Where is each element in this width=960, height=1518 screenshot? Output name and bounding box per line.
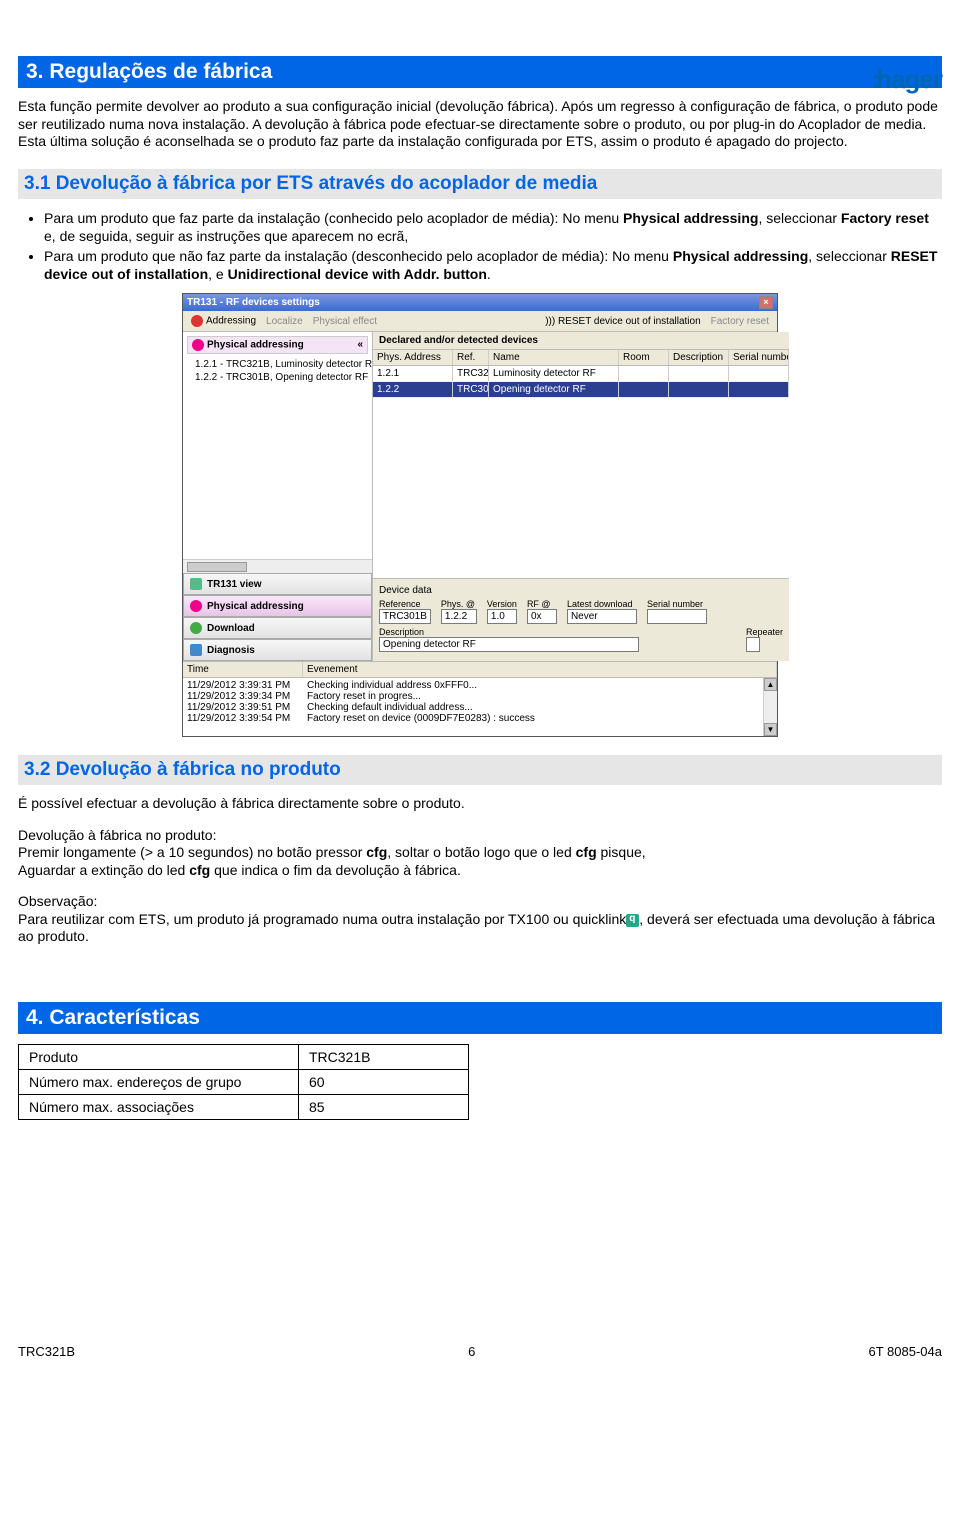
tree-item[interactable]: 1.2.1 - TRC321B, Luminosity detector R	[187, 358, 368, 371]
section-3-2-steps: Devolução à fábrica no produto: Premir l…	[18, 827, 942, 880]
tree-item[interactable]: 1.2.2 - TRC301B, Opening detector RF	[187, 371, 368, 384]
quicklink-icon	[626, 914, 639, 927]
toolbar-reset-out[interactable]: ))) RESET device out of installation	[545, 316, 700, 327]
footer-doc-ref: 6T 8085-04a	[869, 1344, 943, 1359]
list-item: Para um produto que não faz parte da ins…	[44, 247, 942, 283]
toolbar-localize[interactable]: Localize	[266, 316, 303, 327]
section-3-2-title: 3.2 Devolução à fábrica no produto	[18, 755, 942, 785]
footer-page-number: 6	[468, 1344, 475, 1359]
table-row[interactable]: 1.2.1 TRC321B Luminosity detector RF	[373, 366, 789, 382]
field-reference[interactable]: TRC301B	[379, 609, 431, 624]
field-rf-addr[interactable]: 0x	[527, 609, 557, 624]
sidebar-physical-addressing[interactable]: Physical addressing	[183, 595, 372, 617]
section-3-2-intro: É possível efectuar a devolução à fábric…	[18, 795, 942, 813]
vertical-scrollbar[interactable]: ▲▼	[763, 678, 777, 736]
field-serial[interactable]	[647, 609, 707, 624]
field-latest-download[interactable]: Never	[567, 609, 637, 624]
list-item: Para um produto que faz parte da instala…	[44, 209, 942, 245]
toolbar-addressing[interactable]: Addressing	[191, 315, 256, 327]
section-3-2-observation: Observação: Para reutilizar com ETS, um …	[18, 893, 942, 946]
field-version[interactable]: 1.0	[487, 609, 517, 624]
characteristics-table: ProdutoTRC321B Número max. endereços de …	[18, 1044, 469, 1120]
declared-devices-header: Declared and/or detected devices	[373, 332, 789, 350]
brand-logo: :hager	[872, 64, 942, 95]
log-header-time: Time	[183, 662, 303, 677]
log-body: 11/29/2012 3:39:31 PMChecking individual…	[183, 678, 777, 736]
repeater-checkbox[interactable]	[746, 637, 760, 652]
window-title: TR131 - RF devices settings	[187, 297, 320, 308]
embedded-screenshot: TR131 - RF devices settings × Addressing…	[182, 293, 778, 737]
log-header-event: Evenement	[303, 662, 777, 677]
toolbar-physical-effect[interactable]: Physical effect	[313, 316, 377, 327]
close-icon[interactable]: ×	[759, 296, 773, 309]
sidebar-diagnosis[interactable]: Diagnosis	[183, 639, 372, 661]
table-row[interactable]: 1.2.2 TRC301B Opening detector RF	[373, 382, 789, 398]
device-table-header: Phys. Address Ref. Name Room Description…	[373, 350, 789, 366]
field-description[interactable]: Opening detector RF	[379, 637, 639, 652]
collapse-icon[interactable]: «	[357, 339, 363, 351]
field-phys-addr[interactable]: 1.2.2	[441, 609, 477, 624]
sidebar-tr131-view[interactable]: TR131 view	[183, 573, 372, 595]
section-3-title: 3. Regulações de fábrica	[18, 56, 942, 88]
section-3-1-title: 3.1 Devolução à fábrica por ETS através …	[18, 169, 942, 199]
panel-phys-addr-title: Physical addressing	[207, 340, 304, 351]
section-3-intro: Esta função permite devolver ao produto …	[18, 98, 942, 151]
horizontal-scrollbar[interactable]	[183, 559, 372, 573]
section-3-1-list: Para um produto que faz parte da instala…	[18, 209, 942, 284]
footer-left: TRC321B	[18, 1344, 75, 1359]
toolbar-factory-reset[interactable]: Factory reset	[711, 316, 769, 327]
sidebar-download[interactable]: Download	[183, 617, 372, 639]
device-data-title: Device data	[379, 585, 783, 596]
page-footer: TRC321B 6 6T 8085-04a	[0, 1340, 960, 1363]
section-4-title: 4. Características	[18, 1002, 942, 1034]
